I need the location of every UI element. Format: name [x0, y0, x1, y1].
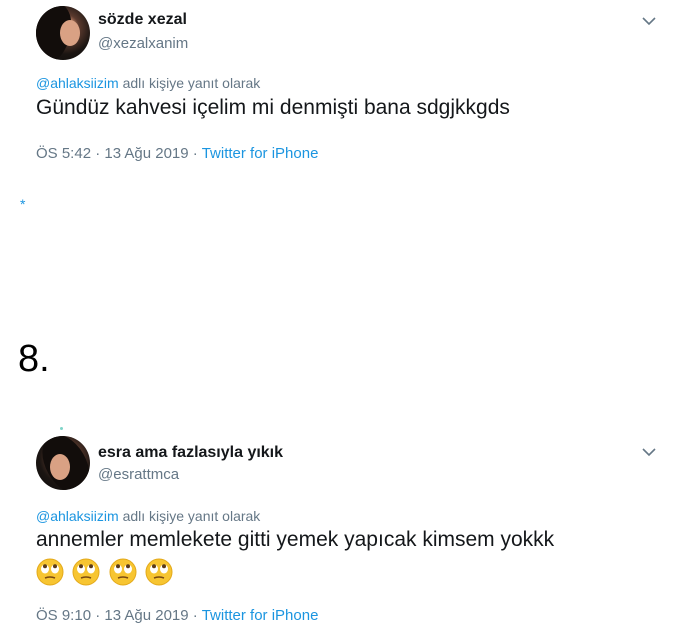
tweet-meta: ÖS 9:10 · 13 Ağu 2019 · Twitter for iPho…	[36, 607, 318, 624]
tweet-meta: ÖS 5:42 · 13 Ağu 2019 · Twitter for iPho…	[36, 145, 318, 162]
reply-context: @ahlaksiizim adlı kişiye yanıt olarak	[36, 508, 260, 524]
avatar[interactable]	[36, 436, 90, 490]
face-with-rolling-eyes-icon	[145, 558, 173, 586]
reply-mention-link[interactable]: @ahlaksiizim	[36, 75, 119, 91]
chevron-down-icon[interactable]	[640, 12, 658, 30]
face-with-rolling-eyes-icon	[36, 558, 64, 586]
tweet-text: annemler memlekete gitti yemek yapıcak k…	[36, 528, 555, 551]
reply-label: adlı kişiye yanıt olarak	[118, 508, 261, 524]
source-link[interactable]: Twitter for iPhone	[202, 607, 319, 624]
decorative-dot	[60, 427, 63, 430]
timestamp[interactable]: ÖS 5:42 · 13 Ağu 2019 ·	[36, 145, 202, 162]
user-handle[interactable]: @esrattmca	[98, 466, 179, 483]
avatar[interactable]	[36, 6, 90, 60]
user-handle[interactable]: @xezalxanim	[98, 35, 188, 52]
emoji-row	[36, 558, 177, 586]
display-name[interactable]: sözde xezal	[98, 11, 187, 29]
chevron-down-icon[interactable]	[640, 443, 658, 461]
display-name[interactable]: esra ama fazlasıyla yıkık	[98, 444, 283, 462]
timestamp[interactable]: ÖS 9:10 · 13 Ağu 2019 ·	[36, 607, 202, 624]
reply-label: adlı kişiye yanıt olarak	[118, 75, 261, 91]
tweet-text: Gündüz kahvesi içelim mi denmişti bana s…	[36, 96, 510, 119]
face-with-rolling-eyes-icon	[109, 558, 137, 586]
list-number: 8.	[18, 338, 50, 380]
reply-context: @ahlaksiizim adlı kişiye yanıt olarak	[36, 75, 260, 91]
reply-mention-link[interactable]: @ahlaksiizim	[36, 508, 119, 524]
source-link[interactable]: Twitter for iPhone	[202, 145, 319, 162]
face-with-rolling-eyes-icon	[72, 558, 100, 586]
asterisk-mark: *	[20, 196, 26, 212]
